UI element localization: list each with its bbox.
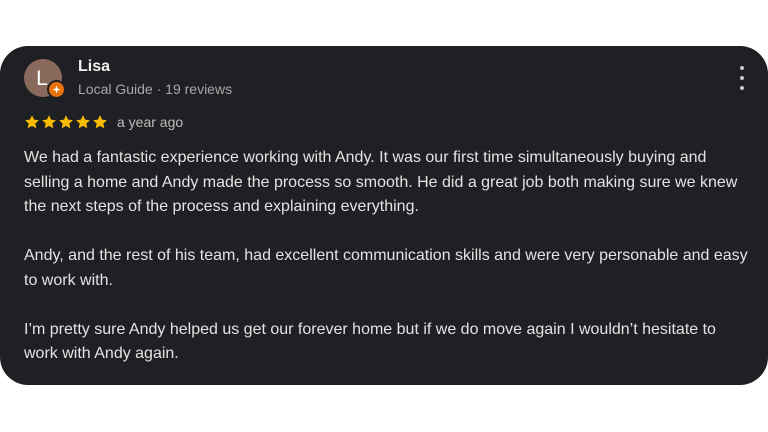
star-icon: [59, 115, 73, 129]
star-icon: [42, 115, 56, 129]
star-icon: [76, 115, 90, 129]
review-paragraph: Andy, and the rest of his team, had exce…: [24, 247, 748, 289]
star-rating: [24, 114, 108, 130]
review-paragraph: I’m pretty sure Andy helped us get our f…: [24, 320, 716, 363]
page: L Lisa Local Guide · 19 reviews a year a…: [0, 0, 768, 432]
review-text: We had a fantastic experience working wi…: [24, 146, 749, 367]
review-time: a year ago: [117, 114, 184, 130]
rating-row: a year ago: [24, 113, 183, 131]
avatar-initial: L: [36, 66, 48, 90]
author-name[interactable]: Lisa: [78, 58, 110, 76]
review-card: L Lisa Local Guide · 19 reviews a year a…: [0, 46, 768, 385]
star-icon: [25, 115, 39, 129]
review-paragraph: We had a fantastic experience working wi…: [24, 149, 738, 215]
more-vertical-icon-dot: [740, 76, 744, 80]
more-vertical-icon-dot: [740, 86, 744, 90]
star-icon: [93, 115, 107, 129]
local-guide-star-icon: [52, 85, 61, 94]
more-options-button[interactable]: [732, 66, 752, 90]
author-meta: Local Guide · 19 reviews: [78, 81, 233, 97]
local-guide-badge-icon: [47, 80, 66, 99]
more-vertical-icon-dot: [740, 66, 744, 70]
avatar[interactable]: L: [24, 59, 66, 99]
